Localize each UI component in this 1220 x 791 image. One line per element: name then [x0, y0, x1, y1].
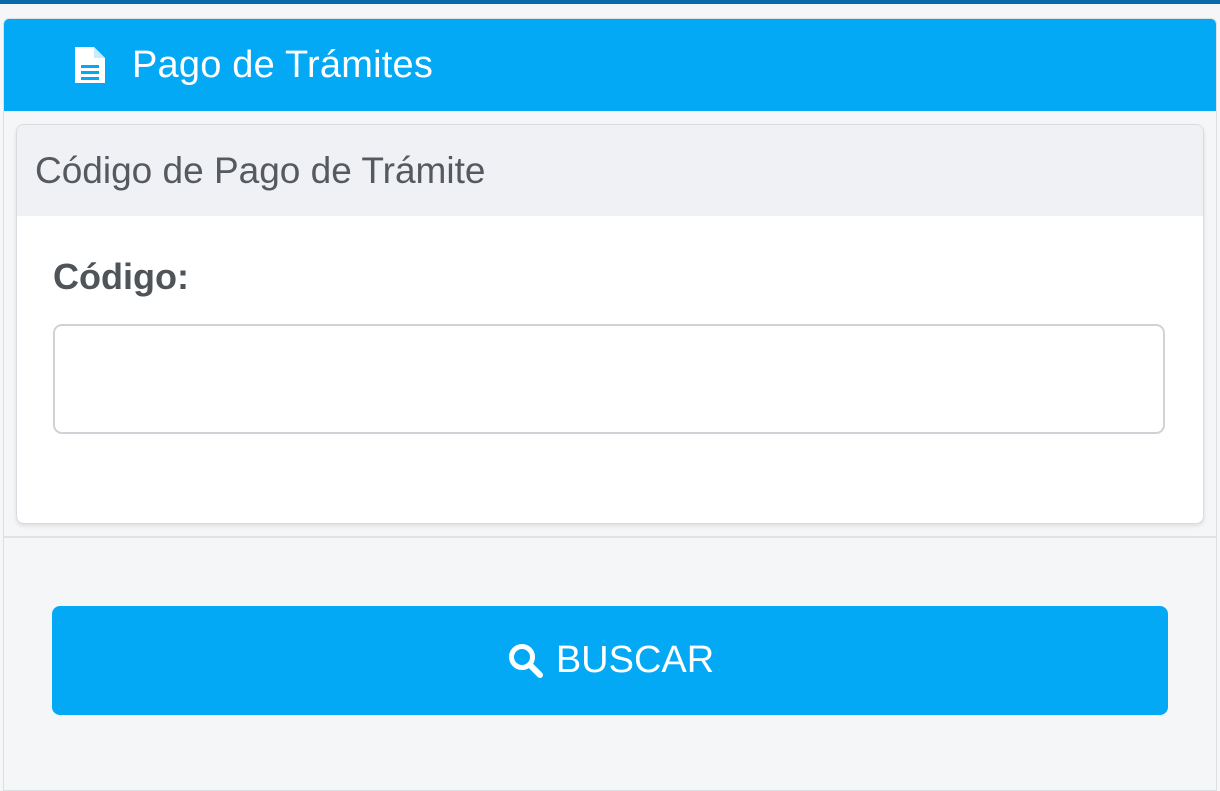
search-button[interactable]: BUSCAR	[52, 606, 1168, 715]
payment-panel: Pago de Trámites Código de Pago de Trámi…	[3, 18, 1217, 791]
code-label: Código:	[53, 256, 189, 297]
document-icon	[72, 45, 108, 85]
panel-title: Pago de Trámites	[132, 43, 434, 86]
panel-header: Pago de Trámites	[4, 19, 1216, 111]
search-icon	[506, 641, 546, 681]
card-header: Código de Pago de Trámite	[17, 125, 1203, 216]
search-button-label: BUSCAR	[555, 639, 715, 681]
code-card: Código de Pago de Trámite Código:	[16, 124, 1204, 524]
code-input[interactable]	[53, 324, 1165, 434]
card-title: Código de Pago de Trámite	[35, 149, 486, 191]
top-strip	[0, 0, 1220, 4]
action-area: BUSCAR	[4, 538, 1216, 790]
card-body: Código:	[17, 216, 1203, 434]
form-area: Código de Pago de Trámite Código:	[4, 111, 1216, 538]
